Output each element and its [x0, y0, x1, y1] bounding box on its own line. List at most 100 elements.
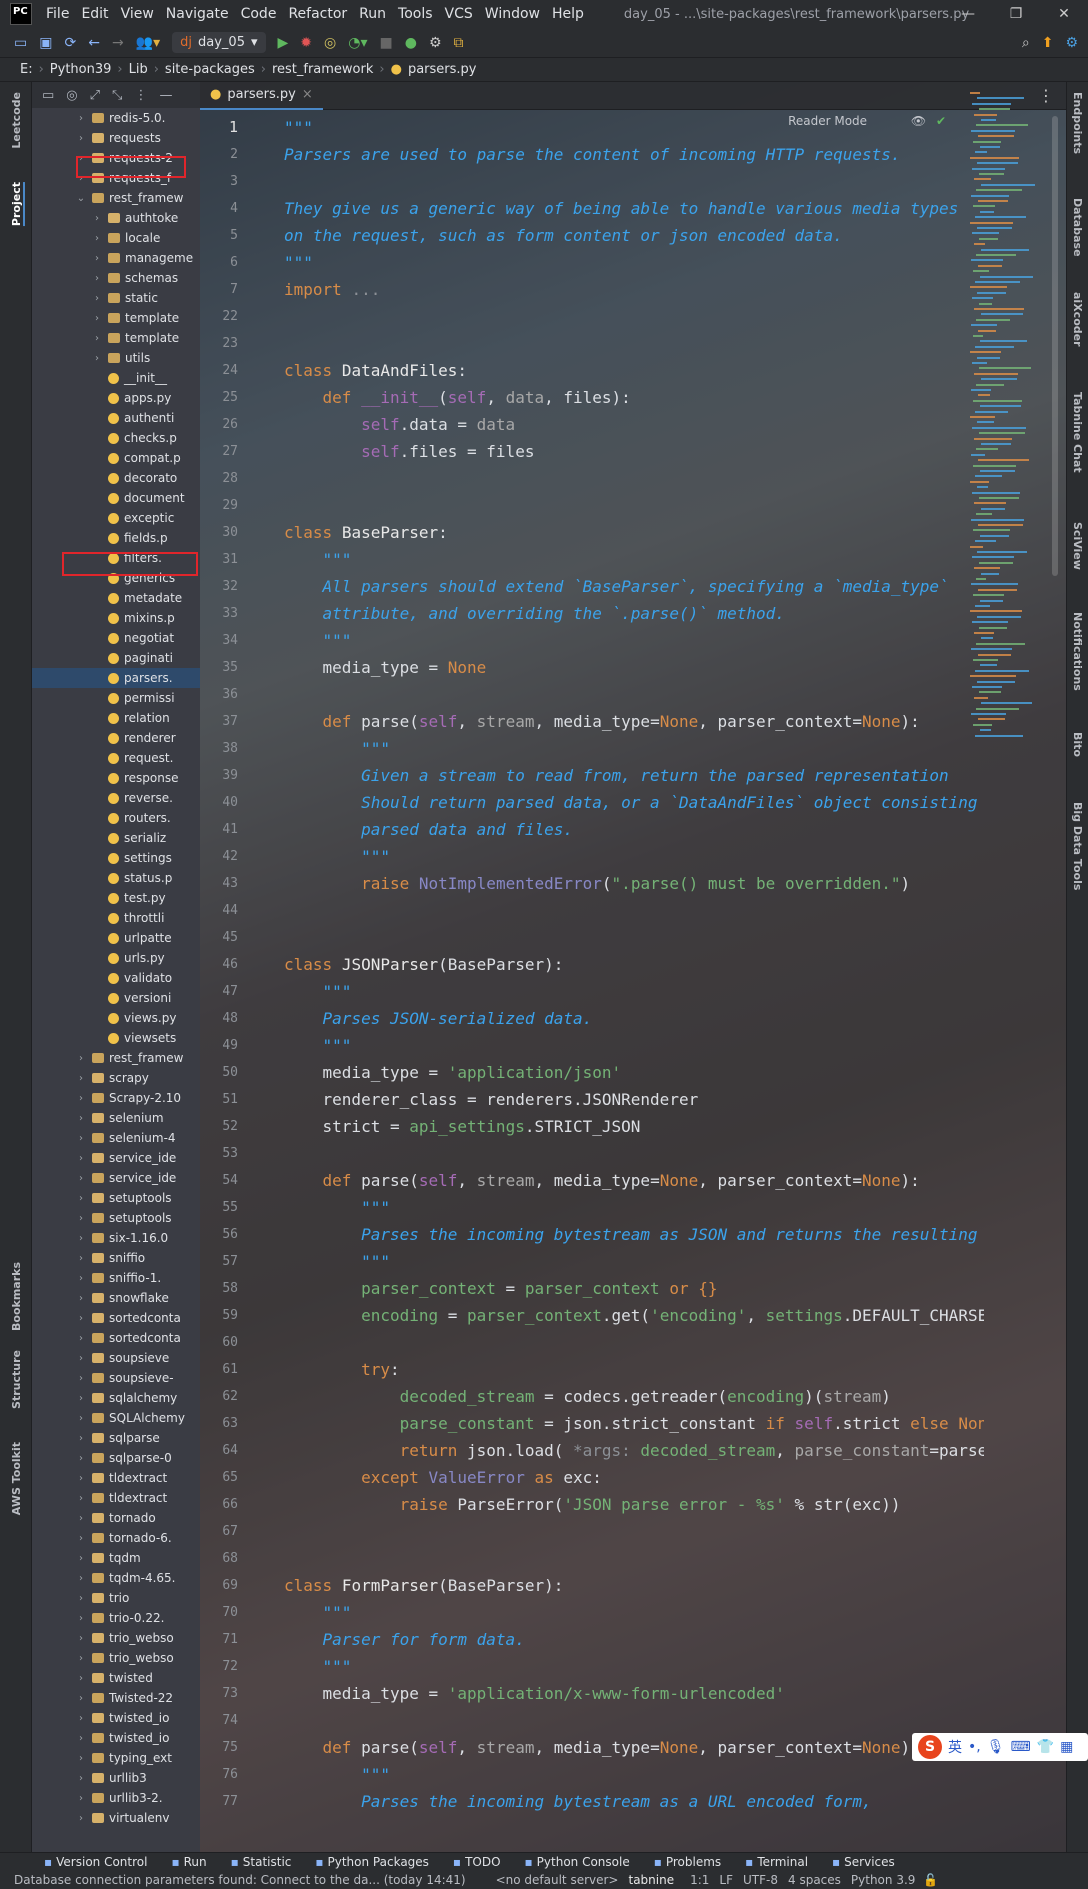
code-line[interactable]: media_type = None — [284, 654, 984, 681]
chevron-right-icon[interactable]: › — [74, 1173, 88, 1184]
breadcrumb-item[interactable]: Python39 — [50, 62, 112, 77]
chevron-right-icon[interactable]: › — [74, 1653, 88, 1664]
code-line[interactable]: self.files = files — [284, 438, 984, 465]
chevron-right-icon[interactable]: › — [74, 1133, 88, 1144]
code-line[interactable] — [284, 465, 984, 492]
line-separator[interactable]: LF — [719, 1873, 733, 1887]
tool-window-todo[interactable]: ▪ TODO — [453, 1855, 501, 1869]
options-icon[interactable]: ⋮ — [134, 88, 147, 103]
menu-help[interactable]: Help — [546, 6, 590, 22]
menu-view[interactable]: View — [115, 6, 160, 22]
tree-item[interactable]: serializ — [32, 828, 200, 848]
tree-item[interactable]: checks.p — [32, 428, 200, 448]
tree-item[interactable]: › redis-5.0. — [32, 108, 200, 128]
chevron-right-icon[interactable]: › — [74, 1773, 88, 1784]
chevron-right-icon[interactable]: › — [74, 1793, 88, 1804]
breadcrumb-item[interactable]: rest_framework — [272, 62, 373, 77]
run-configuration-select[interactable]: dj day_05 ▾ — [172, 32, 266, 53]
chevron-right-icon[interactable]: › — [90, 213, 104, 224]
code-line[interactable]: media_type = 'application/x-www-form-url… — [284, 1680, 984, 1707]
tree-item[interactable]: settings — [32, 848, 200, 868]
lock-icon[interactable]: 🔓 — [923, 1873, 938, 1887]
chevron-right-icon[interactable]: › — [74, 1233, 88, 1244]
tree-item[interactable]: › trio_webso — [32, 1628, 200, 1648]
tree-item[interactable]: permissi — [32, 688, 200, 708]
code-line[interactable]: """ — [284, 627, 984, 654]
chevron-right-icon[interactable]: › — [74, 1533, 88, 1544]
tree-item[interactable]: reverse. — [32, 788, 200, 808]
stop-icon[interactable]: ■ — [380, 35, 393, 51]
code-line[interactable]: Parses JSON-serialized data. — [284, 1005, 984, 1032]
code-line[interactable]: class JSONParser(BaseParser): — [284, 951, 984, 978]
chevron-right-icon[interactable]: › — [74, 1453, 88, 1464]
chevron-right-icon[interactable]: › — [74, 1593, 88, 1604]
code-line[interactable]: """ — [284, 1194, 984, 1221]
tree-item[interactable]: › locale — [32, 228, 200, 248]
tab-big-data-tools[interactable]: Big Data Tools — [1071, 802, 1084, 890]
tree-item[interactable]: › tornado-6. — [32, 1528, 200, 1548]
code-line[interactable] — [284, 1518, 984, 1545]
chevron-down-icon[interactable]: ⌄ — [74, 193, 88, 204]
tool-window-statistic[interactable]: ▪ Statistic — [231, 1855, 292, 1869]
tool-window-run[interactable]: ▪ Run — [171, 1855, 206, 1869]
code-line[interactable]: class FormParser(BaseParser): — [284, 1572, 984, 1599]
tree-item[interactable]: › template — [32, 308, 200, 328]
code-line[interactable] — [284, 681, 984, 708]
tree-item[interactable]: paginati — [32, 648, 200, 668]
chevron-right-icon[interactable]: › — [74, 1553, 88, 1564]
chevron-right-icon[interactable]: › — [74, 1493, 88, 1504]
close-icon[interactable]: ✕ — [1040, 0, 1088, 28]
debug-icon[interactable]: ✹ — [300, 35, 312, 51]
tab-structure[interactable]: Structure — [10, 1350, 23, 1409]
tree-item[interactable]: › service_ide — [32, 1168, 200, 1188]
code-line[interactable]: class DataAndFiles: — [284, 357, 984, 384]
chevron-right-icon[interactable]: › — [74, 1513, 88, 1524]
hide-icon[interactable]: — — [159, 88, 172, 103]
code-line[interactable]: raise NotImplementedError(".parse() must… — [284, 870, 984, 897]
tab-leetcode[interactable]: Leetcode — [10, 92, 23, 149]
coverage-icon[interactable]: ◎ — [324, 35, 336, 51]
run-icon[interactable]: ▶ — [278, 35, 289, 51]
code-line[interactable]: def parse(self, stream, media_type=None,… — [284, 708, 984, 735]
code-line[interactable]: """ — [284, 249, 984, 276]
close-tab-icon[interactable]: × — [302, 87, 313, 102]
chevron-right-icon[interactable]: › — [74, 1753, 88, 1764]
tree-item[interactable]: › typing_ext — [32, 1748, 200, 1768]
menu-tools[interactable]: Tools — [392, 6, 439, 22]
caret-position[interactable]: 1:1 — [690, 1873, 709, 1887]
punctuation-icon[interactable]: •, — [968, 1739, 981, 1755]
tab-aixcoder[interactable]: aiXcoder — [1071, 292, 1084, 347]
settings-icon[interactable]: ⚙ — [1065, 35, 1078, 51]
tree-item[interactable]: request. — [32, 748, 200, 768]
code-line[interactable] — [284, 492, 984, 519]
code-line[interactable] — [284, 1707, 984, 1734]
tool-window-terminal[interactable]: ▪ Terminal — [745, 1855, 808, 1869]
tree-item[interactable]: › utils — [32, 348, 200, 368]
tree-item[interactable]: › sniffio — [32, 1248, 200, 1268]
chevron-right-icon[interactable]: › — [90, 253, 104, 264]
chevron-right-icon[interactable]: › — [90, 333, 104, 344]
tree-item[interactable]: › SQLAlchemy — [32, 1408, 200, 1428]
chevron-right-icon[interactable]: › — [74, 133, 88, 144]
tool-window-python-packages[interactable]: ▪ Python Packages — [315, 1855, 429, 1869]
tree-item[interactable]: apps.py — [32, 388, 200, 408]
vertical-scrollbar[interactable] — [1052, 116, 1058, 576]
code-line[interactable] — [284, 924, 984, 951]
chevron-right-icon[interactable]: › — [74, 1093, 88, 1104]
tree-item[interactable]: negotiat — [32, 628, 200, 648]
tree-item[interactable]: › sortedconta — [32, 1308, 200, 1328]
chevron-right-icon[interactable]: › — [74, 1393, 88, 1404]
chevron-right-icon[interactable]: › — [74, 1253, 88, 1264]
code-line[interactable] — [284, 330, 984, 357]
skin-icon[interactable]: 👕 — [1037, 1739, 1054, 1755]
tree-item[interactable]: › trio-0.22. — [32, 1608, 200, 1628]
tree-item[interactable]: › urllib3-2. — [32, 1788, 200, 1808]
tree-item[interactable]: › trio_webso — [32, 1648, 200, 1668]
ime-toolbar[interactable]: S 英 •, 🎙 ⌨ 👕 ▦ — [912, 1733, 1088, 1761]
code-line[interactable]: Given a stream to read from, return the … — [284, 762, 984, 789]
chevron-right-icon[interactable]: › — [74, 1693, 88, 1704]
chevron-right-icon[interactable]: › — [74, 1113, 88, 1124]
tree-item[interactable]: ⌄ rest_framew — [32, 188, 200, 208]
code-line[interactable]: except ValueError as exc: — [284, 1464, 984, 1491]
tool-window-services[interactable]: ▪ Services — [832, 1855, 895, 1869]
